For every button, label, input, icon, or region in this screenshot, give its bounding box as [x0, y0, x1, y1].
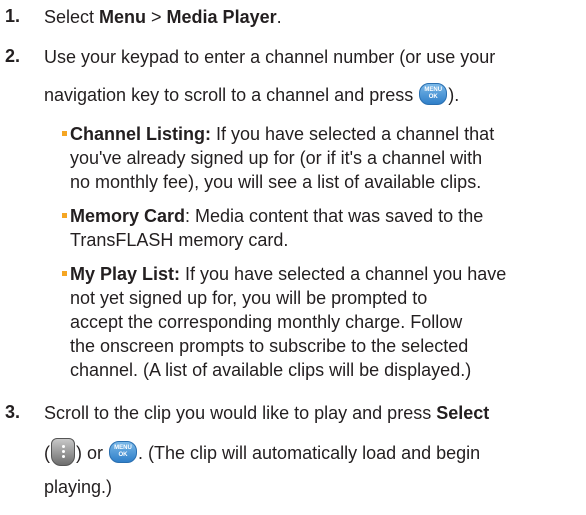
menu-ok-key-icon: MENU OK — [109, 441, 138, 463]
bullet-icon — [62, 271, 67, 276]
menu-ok-key-icon: MENU OK — [419, 83, 448, 106]
bullet-my-play-list: My Play List: If you have selected a cha… — [62, 262, 580, 382]
bullet-icon — [62, 131, 67, 136]
menu-term: Menu — [99, 7, 147, 27]
step-text-line: () or MENU OK. (The clip will automatical… — [44, 438, 480, 468]
instruction-page: 1. Select Menu > Media Player. 2. Use yo… — [0, 0, 586, 515]
step-number: 1. — [5, 6, 21, 26]
step-number: 3. — [5, 402, 21, 422]
step-text-line: Use your keypad to enter a channel numbe… — [44, 47, 496, 67]
bullet-channel-listing: Channel Listing: If you have selected a … — [62, 122, 580, 194]
media-player-term: Media Player — [166, 7, 277, 27]
bullet-icon — [62, 213, 67, 218]
step-number: 2. — [5, 46, 21, 66]
bullet-memory-card: Memory Card: Media content that was save… — [62, 204, 580, 252]
select-softkey-icon — [51, 438, 75, 466]
step-text-line: Scroll to the clip you would like to pla… — [44, 403, 490, 423]
step-text: Select Menu > Media Player. — [44, 7, 282, 27]
step-text-line: playing.) — [44, 477, 113, 497]
step-text-line: navigation key to scroll to a channel an… — [44, 83, 460, 106]
select-term: Select — [436, 403, 490, 423]
